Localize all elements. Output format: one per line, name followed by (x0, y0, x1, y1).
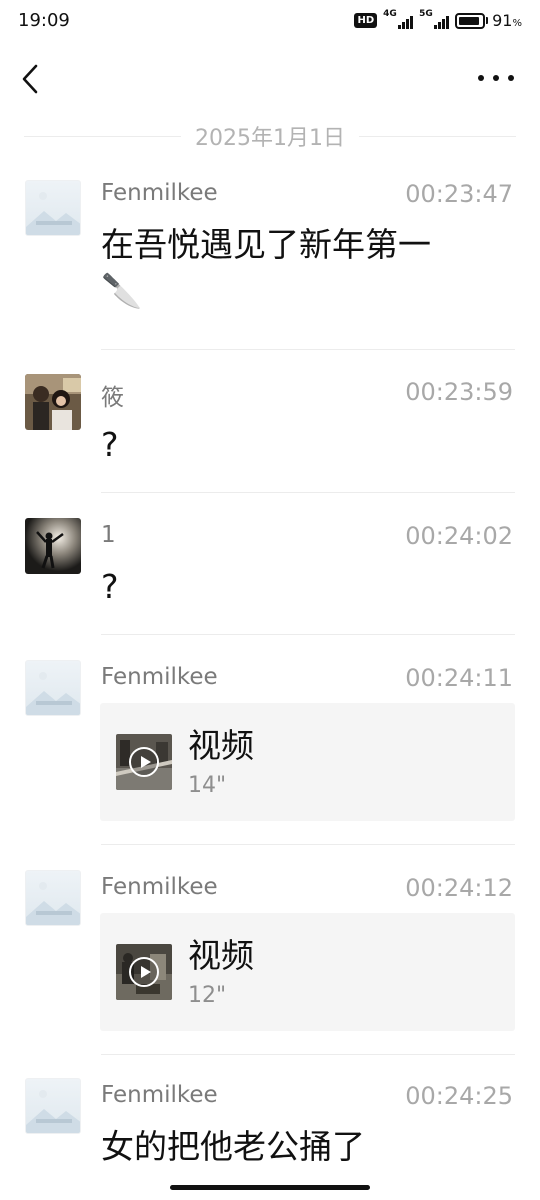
default-avatar-icon (26, 882, 80, 925)
video-message-card[interactable]: 视频 12" (100, 913, 515, 1031)
home-indicator[interactable] (170, 1185, 370, 1190)
avatar[interactable] (25, 1078, 81, 1134)
hd-voice-icon: HD (354, 13, 378, 28)
back-button[interactable] (18, 62, 48, 96)
status-time: 19:09 (18, 10, 70, 31)
message-time: 00:23:47 (405, 180, 513, 208)
divider-line (359, 135, 517, 137)
message-text: 在吾悦遇见了新年第一 🔪 (101, 222, 501, 314)
battery-fill (459, 16, 480, 25)
top-nav (0, 56, 540, 100)
sender-name: Fenmilkee (101, 1082, 218, 1108)
more-dot (478, 75, 484, 81)
message-item[interactable]: Fenmilkee 00:24:11 视频 14" (0, 660, 540, 845)
video-duration: 14" (188, 773, 227, 798)
knife-emoji: 🔪 (101, 271, 143, 310)
more-options-button[interactable] (478, 64, 514, 92)
sender-name: Fenmilkee (101, 874, 218, 900)
avatar[interactable] (25, 870, 81, 926)
message-divider (101, 349, 515, 350)
message-item[interactable]: Fenmilkee 00:23:47 在吾悦遇见了新年第一 🔪 (0, 178, 540, 350)
battery-text: 91% (492, 11, 522, 30)
network-label-4g: 4G (383, 8, 397, 19)
sender-name: 1 (101, 522, 116, 548)
message-time: 00:24:02 (405, 522, 513, 550)
message-item[interactable]: 1 00:24:02 ? (0, 516, 540, 635)
sender-name: Fenmilkee (101, 664, 218, 690)
signal-5g-icon: 5G (419, 8, 450, 30)
signal-4g-icon: 4G (383, 8, 414, 30)
message-divider (101, 1054, 515, 1055)
play-icon (129, 957, 159, 987)
message-text-line: 在吾悦遇见了新年第一 (101, 225, 431, 264)
message-time: 00:24:25 (405, 1082, 513, 1110)
chevron-left-icon (22, 64, 38, 94)
avatar[interactable] (25, 518, 81, 574)
photo-avatar-couple (25, 374, 81, 430)
battery-icon: 91% (455, 11, 522, 30)
message-item[interactable]: 筱 00:23:59 ? (0, 372, 540, 493)
default-avatar-icon (26, 672, 80, 715)
video-thumbnail (116, 734, 172, 790)
message-item[interactable]: Fenmilkee 00:24:25 女的把他老公捅了 (0, 1078, 540, 1188)
divider-line (24, 135, 182, 137)
message-time: 00:23:59 (405, 378, 513, 406)
message-text: 女的把他老公捅了 (101, 1127, 365, 1166)
message-divider (101, 844, 515, 845)
message-text: ? (101, 567, 119, 606)
date-separator: 2025年1月1日 (24, 120, 517, 152)
video-thumbnail (116, 944, 172, 1000)
message-divider (101, 634, 515, 635)
message-time: 00:24:12 (405, 874, 513, 902)
sender-name: Fenmilkee (101, 180, 218, 206)
status-bar: 19:09 HD 4G 5G 91% (0, 0, 540, 44)
video-label: 视频 (188, 726, 254, 765)
message-text: ? (101, 425, 119, 464)
message-time: 00:24:11 (405, 664, 513, 692)
avatar[interactable] (25, 660, 81, 716)
network-label-5g: 5G (419, 8, 433, 19)
date-label: 2025年1月1日 (195, 126, 345, 151)
video-label: 视频 (188, 936, 254, 975)
video-duration: 12" (188, 983, 227, 1008)
video-message-card[interactable]: 视频 14" (100, 703, 515, 821)
avatar[interactable] (25, 374, 81, 430)
message-divider (101, 492, 515, 493)
more-dot (508, 75, 514, 81)
play-icon (129, 747, 159, 777)
avatar[interactable] (25, 180, 81, 236)
message-item[interactable]: Fenmilkee 00:24:12 视频 12" (0, 870, 540, 1055)
sender-name: 筱 (101, 385, 124, 411)
default-avatar-icon (26, 192, 80, 235)
default-avatar-icon (26, 1090, 80, 1133)
photo-avatar-silhouette (25, 518, 81, 574)
status-icons: HD 4G 5G 91% (354, 8, 522, 30)
more-dot (493, 75, 499, 81)
